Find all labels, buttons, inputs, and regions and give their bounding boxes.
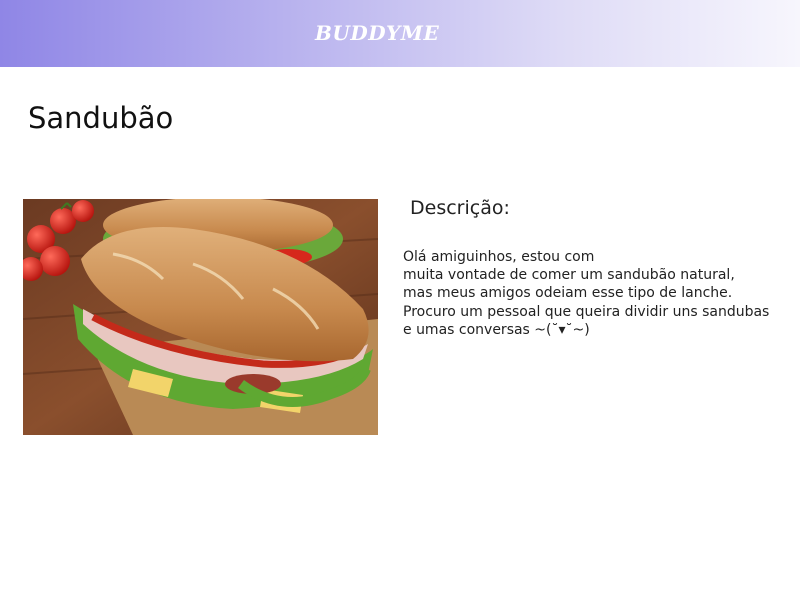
- description-text: Olá amiguinhos, estou com muita vontade …: [403, 248, 800, 339]
- top-header-bar: BUDDYME: [0, 0, 800, 67]
- page-title: Sandubão: [28, 101, 174, 135]
- sandwich-photo: [23, 199, 378, 435]
- description-line: Procuro um pessoal que queira dividir un…: [403, 303, 770, 320]
- description-line: mas meus amigos odeiam esse tipo de lanc…: [403, 285, 733, 302]
- description-line: Olá amiguinhos, estou com: [403, 249, 595, 265]
- description-line: muita vontade de comer um sandubão natur…: [403, 267, 735, 284]
- brand-logo[interactable]: BUDDYME: [315, 21, 439, 45]
- description-line: e umas conversas ~(˘▾˘~): [403, 321, 590, 338]
- description-heading: Descrição:: [410, 197, 510, 219]
